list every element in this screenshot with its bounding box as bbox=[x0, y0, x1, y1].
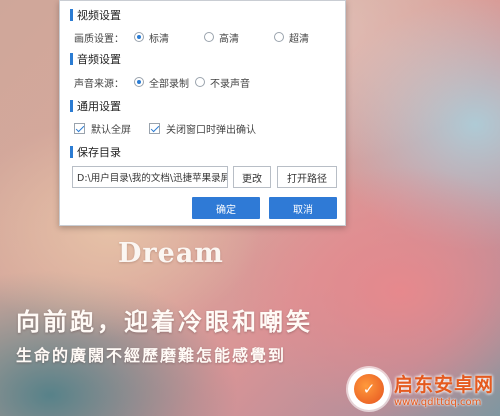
radio-record-all[interactable] bbox=[134, 77, 144, 87]
section-bar bbox=[70, 53, 73, 65]
save-dir-title: 保存目录 bbox=[70, 145, 121, 159]
general-settings-title: 通用设置 bbox=[70, 99, 121, 113]
audio-option-record-all[interactable]: 全部录制 bbox=[134, 75, 189, 90]
open-path-button[interactable]: 打开路径 bbox=[277, 166, 337, 188]
audio-option-mute-label: 不录声音 bbox=[210, 78, 250, 90]
quality-option-standard[interactable]: 标清 bbox=[134, 30, 169, 45]
audio-source-label: 声音来源： bbox=[74, 78, 124, 90]
change-path-button[interactable]: 更改 bbox=[233, 166, 271, 188]
save-path-input[interactable]: D:\用户目录\我的文档\迅捷苹果录屏 bbox=[72, 166, 228, 188]
section-bar bbox=[70, 100, 73, 112]
poem-line-2: 生命的廣闊不經歷磨難怎能感覺到 bbox=[16, 346, 287, 365]
dream-text: Dream bbox=[118, 238, 224, 269]
audio-option-mute[interactable]: 不录声音 bbox=[195, 75, 250, 90]
audio-settings-title: 音频设置 bbox=[70, 52, 121, 66]
radio-mute[interactable] bbox=[195, 77, 205, 87]
settings-dialog: 视频设置 画质设置： 标清 高清 超清 音频设置 声音来源： 全部录制 不录声音 bbox=[59, 0, 346, 226]
cancel-button[interactable]: 取消 bbox=[269, 197, 337, 219]
section-bar bbox=[70, 9, 73, 21]
quality-option-ultra[interactable]: 超清 bbox=[274, 30, 309, 45]
audio-settings-label: 音频设置 bbox=[77, 53, 121, 66]
watermark-name: 启东安卓网 bbox=[393, 374, 494, 396]
watermark-url: www.qdlttdq.com bbox=[393, 397, 482, 408]
watermark-logo-mark: ✓ bbox=[353, 374, 384, 404]
audio-option-record-all-label: 全部录制 bbox=[149, 78, 189, 90]
video-settings-label: 视频设置 bbox=[77, 9, 121, 22]
audio-source-row: 声音来源： 全部录制 不录声音 bbox=[74, 75, 268, 90]
general-settings-label: 通用设置 bbox=[77, 100, 121, 113]
section-bar bbox=[70, 146, 73, 158]
watermark-logo-icon: ✓ bbox=[347, 368, 390, 410]
radio-high[interactable] bbox=[204, 32, 214, 42]
poem-line-1: 向前跑，迎着冷眼和嘲笑 bbox=[16, 307, 313, 336]
quality-option-high-label: 高清 bbox=[219, 33, 239, 45]
general-options-row: 默认全屏 关闭窗口时弹出确认 bbox=[74, 121, 274, 136]
radio-ultra[interactable] bbox=[274, 32, 284, 42]
fullscreen-label: 默认全屏 bbox=[91, 124, 131, 136]
confirm-close-checkbox[interactable] bbox=[149, 122, 160, 134]
quality-row: 画质设置： 标清 高清 超清 bbox=[74, 30, 327, 45]
video-settings-title: 视频设置 bbox=[70, 8, 121, 22]
save-dir-label: 保存目录 bbox=[77, 146, 121, 159]
radio-standard[interactable] bbox=[134, 32, 144, 42]
confirm-close-option[interactable]: 关闭窗口时弹出确认 bbox=[149, 121, 256, 136]
fullscreen-option[interactable]: 默认全屏 bbox=[74, 121, 131, 136]
site-watermark: ✓ 启东安卓网 www.qdlttdq.com bbox=[347, 368, 494, 410]
fullscreen-checkbox[interactable] bbox=[74, 122, 85, 134]
quality-label: 画质设置： bbox=[74, 33, 124, 45]
quality-option-ultra-label: 超清 bbox=[289, 33, 309, 45]
quality-option-standard-label: 标清 bbox=[149, 33, 169, 45]
watermark-text: 启东安卓网 www.qdlttdq.com bbox=[394, 370, 494, 408]
confirm-close-label: 关闭窗口时弹出确认 bbox=[166, 124, 256, 136]
ok-button[interactable]: 确定 bbox=[192, 197, 260, 219]
quality-option-high[interactable]: 高清 bbox=[204, 30, 239, 45]
